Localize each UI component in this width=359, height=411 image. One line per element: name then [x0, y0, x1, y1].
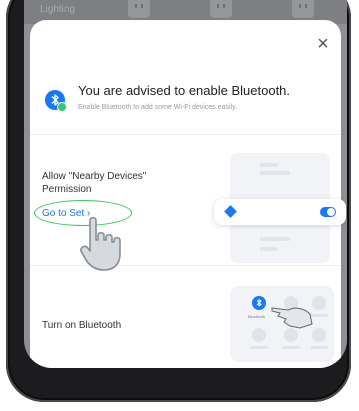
permission-toggle-row — [214, 199, 346, 225]
sheet-title: You are advised to enable Bluetooth. — [78, 83, 291, 98]
socket-icon — [292, 0, 314, 18]
control-icon — [312, 328, 326, 342]
phone-screen: Lighting × You are advised to enable Blu… — [24, 0, 347, 368]
control-icon — [284, 328, 298, 342]
location-icon — [224, 205, 237, 218]
phone-frame: Lighting × You are advised to enable Blu… — [6, 0, 351, 402]
illustration-caption: Bluetooth — [248, 314, 265, 319]
control-icon — [252, 328, 266, 342]
permission-illustration — [214, 153, 346, 263]
bluetooth-bottom-sheet: × You are advised to enable Bluetooth. E… — [30, 20, 346, 368]
turn-on-bluetooth-label: Turn on Bluetooth — [42, 320, 122, 331]
pointing-hand-icon — [80, 216, 121, 271]
control-icon — [312, 296, 326, 310]
pointing-hand-icon — [271, 307, 313, 329]
close-icon[interactable]: × — [313, 34, 333, 54]
permission-label: Allow "Nearby Devices" Permission — [42, 171, 147, 195]
bluetooth-icon — [45, 90, 67, 112]
socket-icon — [210, 0, 232, 18]
divider — [30, 134, 341, 135]
sheet-subtitle: Enable Bluetooth to add some Wi-Fi devic… — [78, 104, 238, 111]
toggle-switch — [320, 207, 336, 217]
status-dot — [57, 102, 67, 112]
divider — [30, 265, 341, 266]
bluetooth-illustration: Bluetooth — [230, 286, 334, 362]
background-row-label: Lighting — [40, 4, 76, 15]
bluetooth-icon — [252, 296, 266, 310]
socket-icon — [128, 0, 150, 18]
